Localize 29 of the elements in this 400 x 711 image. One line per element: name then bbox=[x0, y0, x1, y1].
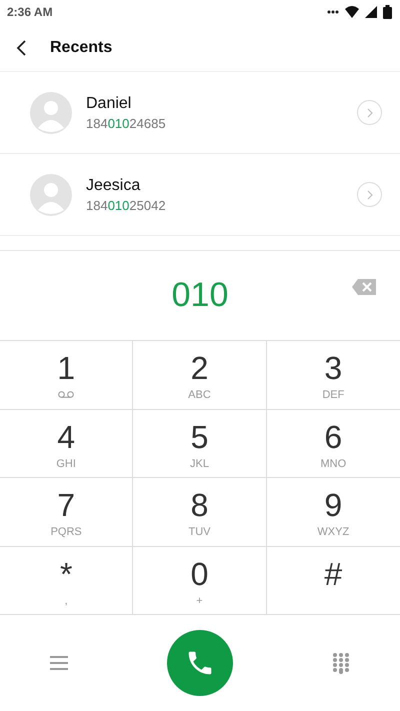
battery-icon bbox=[383, 5, 392, 19]
dial-key[interactable]: 2 ABC bbox=[133, 341, 267, 410]
dial-key[interactable]: 5 JKL bbox=[133, 410, 267, 478]
voicemail-icon bbox=[58, 391, 74, 399]
chevron-icon bbox=[366, 190, 374, 200]
dial-key[interactable]: 1 bbox=[0, 341, 134, 410]
dialed-number: 010 bbox=[172, 276, 228, 315]
status-time: 2:36 AM bbox=[7, 5, 53, 19]
screen-title: Recents bbox=[50, 38, 112, 56]
wifi-icon bbox=[345, 6, 359, 18]
contact-number: 18401025042 bbox=[86, 198, 167, 212]
contact-row[interactable]: Daniel 18401024685 bbox=[0, 72, 400, 154]
contact-row[interactable]: Jeesica 18401025042 bbox=[0, 154, 400, 236]
dial-key[interactable]: 4 GHI bbox=[0, 410, 134, 478]
dial-key[interactable]: 7 PQRS bbox=[0, 478, 134, 546]
menu-button[interactable] bbox=[50, 656, 68, 670]
dial-key[interactable]: 8 TUV bbox=[133, 478, 267, 546]
dial-key[interactable]: * , bbox=[0, 546, 134, 615]
contact-name: Jeesica bbox=[86, 176, 142, 194]
avatar-icon bbox=[30, 174, 72, 216]
more-icon bbox=[327, 10, 339, 14]
signal-icon bbox=[365, 6, 377, 18]
avatar-icon bbox=[30, 92, 72, 134]
contact-name: Daniel bbox=[86, 94, 132, 112]
chevron-icon bbox=[366, 108, 374, 118]
contact-number: 18401024685 bbox=[86, 116, 167, 130]
dial-key[interactable]: 0 + bbox=[133, 546, 267, 615]
dialpad-button[interactable] bbox=[332, 652, 350, 674]
delete-button[interactable] bbox=[352, 279, 376, 295]
